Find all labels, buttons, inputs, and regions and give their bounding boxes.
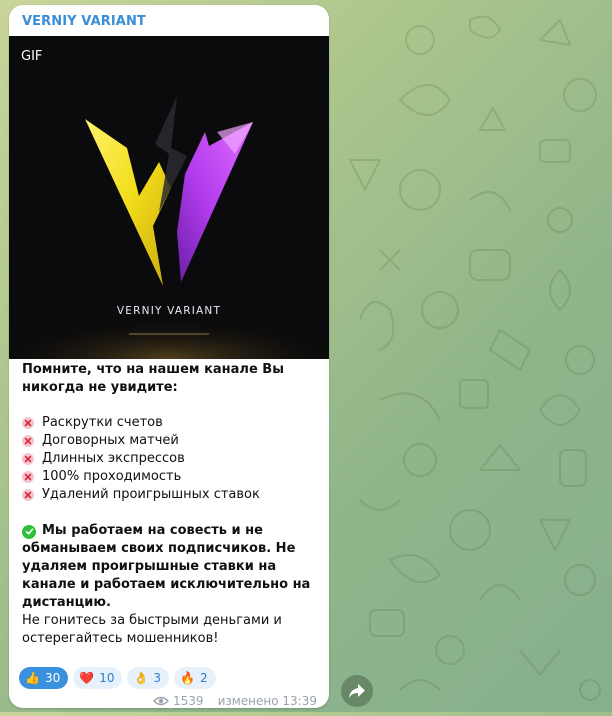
check-mark-icon	[22, 524, 36, 539]
gif-media[interactable]: GIF VERNIY VARIANT	[9, 36, 329, 359]
edited-timestamp: изменено 13:39	[217, 694, 317, 708]
channel-name[interactable]: VERNIY VARIANT	[22, 14, 146, 29]
reaction-count: 2	[200, 671, 208, 685]
list-item-text: Длинных экспрессов	[42, 451, 185, 466]
list-item-text: Договорных матчей	[42, 433, 179, 448]
channel-post-bubble[interactable]: VERNIY VARIANT GIF VERNIY VARIANT Помнит…	[9, 5, 329, 708]
share-arrow-icon	[349, 684, 365, 698]
honesty-text: Мы работаем на совесть и не обманываем с…	[22, 523, 311, 610]
reaction-count: 10	[99, 671, 115, 685]
thumbs-up-icon: 👍	[25, 671, 40, 685]
cross-mark-icon	[22, 489, 34, 501]
list-item: Договорных матчей	[22, 432, 319, 450]
list-item-text: Удалений проигрышных ставок	[42, 487, 260, 502]
list-item: Удалений проигрышных ставок	[22, 486, 319, 504]
reaction-count: 30	[44, 671, 61, 685]
warning-text: Не гонитесь за быстрыми деньгами и остер…	[22, 613, 282, 646]
reactions-bar: 👍 30 ❤️ 10 👌 3 🔥 2	[19, 667, 216, 689]
reaction-count: 3	[153, 671, 162, 685]
honesty-paragraph: Мы работаем на совесть и не обманываем с…	[22, 522, 319, 612]
list-item-text: Раскрутки счетов	[42, 415, 163, 430]
list-item-text: 100% проходимость	[42, 469, 182, 484]
heart-icon: ❤️	[79, 671, 95, 685]
cross-mark-icon	[22, 417, 34, 429]
intro-text: Помните, что на нашем канале Вы никогда …	[22, 362, 284, 395]
eye-icon	[153, 696, 170, 706]
ok-hand-icon: 👌	[133, 671, 149, 685]
logo-caption: VERNIY VARIANT	[116, 305, 222, 317]
never-list: Раскрутки счетов Договорных матчей Длинн…	[22, 414, 319, 504]
list-item: 100% проходимость	[22, 468, 319, 486]
reaction-ok-hand[interactable]: 👌 3	[127, 667, 170, 689]
share-button[interactable]	[341, 675, 373, 707]
cross-mark-icon	[22, 435, 34, 447]
post-meta: 1539 изменено 13:39	[153, 694, 317, 708]
cross-mark-icon	[22, 471, 34, 483]
reaction-heart[interactable]: ❤️ 10	[73, 667, 123, 689]
cross-mark-icon	[22, 453, 34, 465]
reaction-fire[interactable]: 🔥 2	[174, 667, 216, 689]
view-count: 1539	[173, 694, 204, 708]
list-item: Длинных экспрессов	[22, 450, 319, 468]
list-item: Раскрутки счетов	[22, 414, 319, 432]
fire-icon: 🔥	[180, 671, 196, 685]
reaction-thumbs-up[interactable]: 👍 30	[19, 667, 69, 689]
